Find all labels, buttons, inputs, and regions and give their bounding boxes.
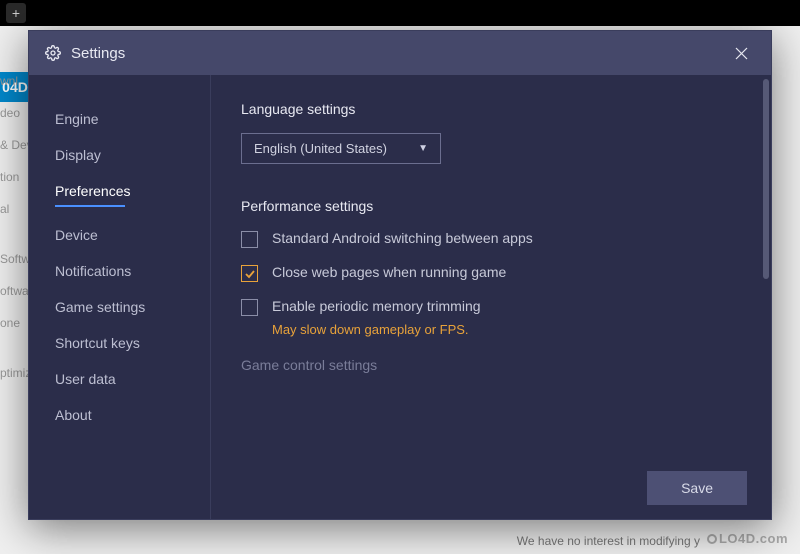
sidebar-item-shortcut-keys[interactable]: Shortcut keys <box>55 325 210 361</box>
settings-sidebar: Engine Display Preferences Device Notifi… <box>29 75 211 519</box>
sidebar-item-label: Display <box>55 147 101 163</box>
performance-hint: May slow down gameplay or FPS. <box>272 322 741 337</box>
checkbox-icon <box>241 265 258 282</box>
game-control-section-title: Game control settings <box>241 357 741 373</box>
modal-title: Settings <box>71 45 727 62</box>
checkbox-icon <box>241 231 258 248</box>
sidebar-item-notifications[interactable]: Notifications <box>55 253 210 289</box>
watermark-icon <box>707 534 717 544</box>
sidebar-item-game-settings[interactable]: Game settings <box>55 289 210 325</box>
sidebar-item-label: Engine <box>55 111 99 127</box>
language-select[interactable]: English (United States) ▼ <box>241 133 441 164</box>
sidebar-item-device[interactable]: Device <box>55 217 210 253</box>
sidebar-item-label: Notifications <box>55 263 131 279</box>
new-tab-button[interactable]: + <box>6 3 26 23</box>
save-button[interactable]: Save <box>647 471 747 505</box>
performance-section-title: Performance settings <box>241 198 741 214</box>
modal-header: Settings <box>29 31 771 75</box>
sidebar-item-label: About <box>55 407 92 423</box>
gear-icon <box>45 45 61 61</box>
sidebar-item-label: Device <box>55 227 98 243</box>
close-icon <box>735 47 748 60</box>
modal-body: Engine Display Preferences Device Notifi… <box>29 75 771 519</box>
content-scrollbar[interactable] <box>763 79 769 279</box>
sidebar-item-user-data[interactable]: User data <box>55 361 210 397</box>
sidebar-item-label: Preferences <box>55 183 130 199</box>
watermark: LO4D.com <box>707 531 788 546</box>
modal-footer: Save <box>647 471 747 505</box>
watermark-text: LO4D.com <box>719 531 788 546</box>
app-topbar: + <box>0 0 800 26</box>
language-section-title: Language settings <box>241 101 741 117</box>
sidebar-item-preferences[interactable]: Preferences <box>55 173 210 217</box>
sidebar-item-display[interactable]: Display <box>55 137 210 173</box>
checkbox-label: Enable periodic memory trimming <box>272 298 481 314</box>
chevron-down-icon: ▼ <box>418 143 428 154</box>
sidebar-item-about[interactable]: About <box>55 397 210 433</box>
sidebar-item-label: Game settings <box>55 299 145 315</box>
checkbox-label: Close web pages when running game <box>272 264 506 280</box>
settings-modal: Settings Engine Display Preferences Devi… <box>28 30 772 520</box>
checkbox-close-web-pages[interactable]: Close web pages when running game <box>241 264 741 282</box>
settings-content: Language settings English (United States… <box>211 75 771 519</box>
checkbox-standard-android[interactable]: Standard Android switching between apps <box>241 230 741 248</box>
language-selected-value: English (United States) <box>254 141 387 156</box>
sidebar-item-label: User data <box>55 371 116 387</box>
sidebar-item-engine[interactable]: Engine <box>55 101 210 137</box>
background-footer-text: We have no interest in modifying y <box>517 534 700 548</box>
checkbox-icon <box>241 299 258 316</box>
checkbox-label: Standard Android switching between apps <box>272 230 533 246</box>
checkbox-memory-trimming[interactable]: Enable periodic memory trimming <box>241 298 741 316</box>
close-button[interactable] <box>727 39 755 67</box>
sidebar-item-label: Shortcut keys <box>55 335 140 351</box>
